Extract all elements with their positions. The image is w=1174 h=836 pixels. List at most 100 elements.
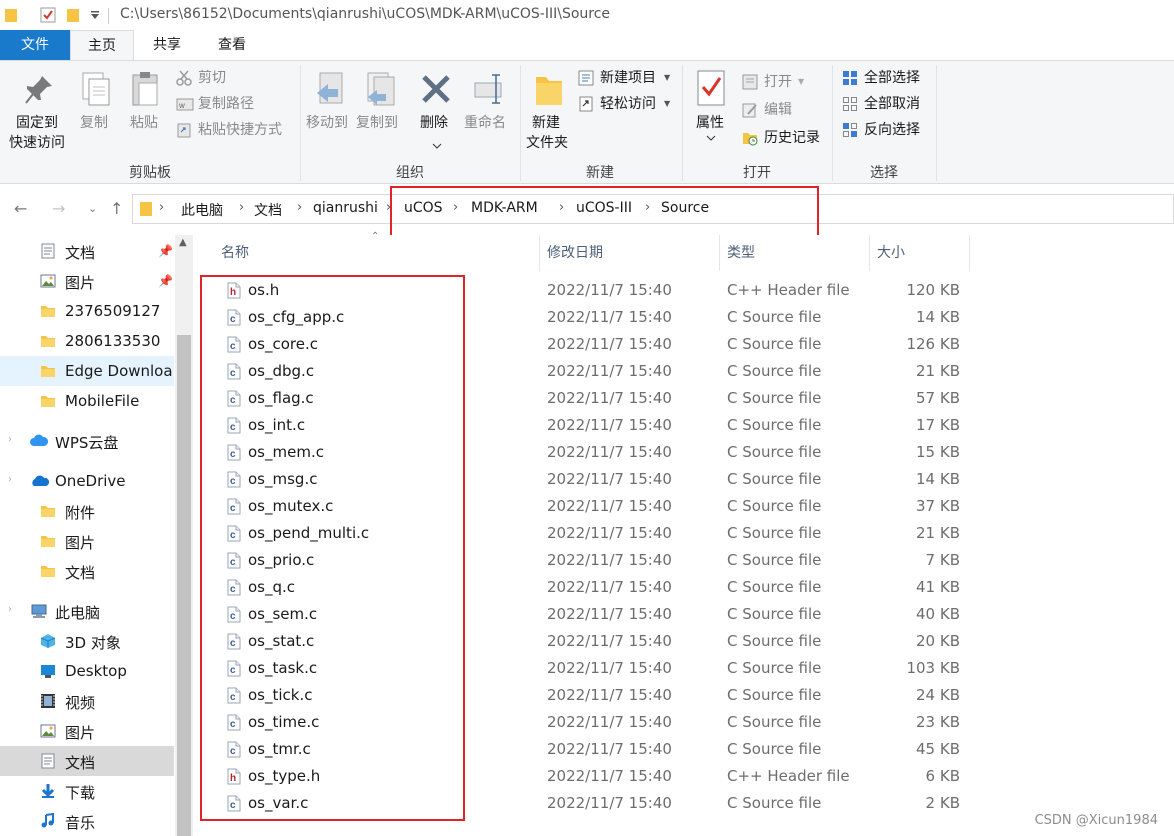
file-row[interactable]: c os_tick.c 2022/11/7 15:40 C Source file 24… <box>193 682 1174 709</box>
file-row[interactable]: c os_var.c 2022/11/7 15:40 C Source file 2 K… <box>193 790 1174 817</box>
nav-scrollbar[interactable]: ▲ <box>175 235 193 836</box>
tab-share[interactable]: 共享 <box>134 30 200 60</box>
nav-item[interactable]: 附件 <box>0 496 174 526</box>
up-button[interactable]: ↑ <box>110 199 123 218</box>
column-header-size[interactable]: 大小 <box>877 235 905 271</box>
file-size: 17 KB <box>916 416 960 434</box>
file-row[interactable]: c os_prio.c 2022/11/7 15:40 C Source file 7 … <box>193 547 1174 574</box>
easy-access-button[interactable]: 轻松访问 ▼ <box>578 93 674 115</box>
file-row[interactable]: c os_msg.c 2022/11/7 15:40 C Source file 14 … <box>193 466 1174 493</box>
properties-quick-icon[interactable] <box>40 7 56 23</box>
tab-view[interactable]: 查看 <box>200 30 264 60</box>
file-row[interactable]: h os_type.h 2022/11/7 15:40 C++ Header file… <box>193 763 1174 790</box>
paste-button[interactable]: 粘贴 <box>124 69 168 159</box>
breadcrumb-item[interactable]: MDK-ARM <box>471 200 538 216</box>
file-row[interactable]: c os_q.c 2022/11/7 15:40 C Source file 41 KB <box>193 574 1174 601</box>
nav-item[interactable]: 2806133530 <box>0 326 174 356</box>
copy-to-button[interactable]: 复制到 <box>354 69 404 159</box>
nav-item[interactable]: 视频 <box>0 686 174 716</box>
file-size: 103 KB <box>906 659 960 677</box>
tab-home[interactable]: 主页 <box>70 30 134 61</box>
nav-item[interactable]: 图片 <box>0 526 174 556</box>
column-separator[interactable] <box>719 235 720 271</box>
customize-quick-access-icon[interactable] <box>90 9 100 21</box>
file-row[interactable]: h os.h 2022/11/7 15:40 C++ Header file 120 K… <box>193 277 1174 304</box>
nav-item[interactable]: MobileFile <box>0 386 174 416</box>
nav-item[interactable]: 文档 <box>0 746 174 776</box>
nav-item[interactable]: 2376509127 <box>0 296 174 326</box>
tab-file[interactable]: 文件 <box>0 30 70 60</box>
nav-item[interactable]: 图片 📌 <box>0 266 174 296</box>
column-header-date[interactable]: 修改日期 <box>547 235 603 271</box>
copy-button[interactable]: 复制 <box>76 69 116 159</box>
file-row[interactable]: c os_mem.c 2022/11/7 15:40 C Source file 15 … <box>193 439 1174 466</box>
breadcrumb-item[interactable]: 此电脑 <box>181 200 223 220</box>
new-folder-quick-icon[interactable] <box>66 7 80 23</box>
chevron-right-icon[interactable]: › <box>8 604 12 615</box>
nav-item[interactable]: 图片 <box>0 716 174 746</box>
file-name: os_msg.c <box>248 470 318 488</box>
column-header-type[interactable]: 类型 <box>727 235 755 271</box>
chevron-right-icon[interactable]: › <box>8 434 12 445</box>
file-row[interactable]: c os_task.c 2022/11/7 15:40 C Source file 10… <box>193 655 1174 682</box>
breadcrumb-item[interactable]: qianrushi <box>313 200 378 216</box>
paste-label: 粘贴 <box>130 115 158 131</box>
file-row[interactable]: c os_dbg.c 2022/11/7 15:40 C Source file 21 … <box>193 358 1174 385</box>
file-row[interactable]: c os_int.c 2022/11/7 15:40 C Source file 17 … <box>193 412 1174 439</box>
recent-locations-button[interactable]: ⌄ <box>88 202 97 215</box>
file-name: os_task.c <box>248 659 318 677</box>
nav-item[interactable]: 音乐 <box>0 806 174 836</box>
nav-item[interactable]: 3D 对象 <box>0 626 174 656</box>
desktop-icon <box>40 663 56 683</box>
column-separator[interactable] <box>969 235 970 271</box>
file-size: 120 KB <box>906 281 960 299</box>
nav-item[interactable]: Edge Downloa <box>0 356 174 386</box>
file-row[interactable]: c os_cfg_app.c 2022/11/7 15:40 C Source fil… <box>193 304 1174 331</box>
rename-button[interactable]: 重命名 <box>462 69 514 159</box>
file-row[interactable]: c os_mutex.c 2022/11/7 15:40 C Source file 3… <box>193 493 1174 520</box>
breadcrumb-item[interactable]: Source <box>661 200 709 216</box>
nav-item[interactable]: 文档 📌 <box>0 236 174 266</box>
breadcrumb-item[interactable]: uCOS-III <box>576 200 632 216</box>
nav-item[interactable]: › WPS云盘 <box>0 426 174 456</box>
properties-button[interactable]: 属性 <box>688 69 734 159</box>
nav-item[interactable]: 下载 <box>0 776 174 806</box>
forward-button[interactable]: → <box>52 199 65 218</box>
new-item-button[interactable]: 新建项目 ▼ <box>578 67 674 89</box>
open-button[interactable]: 打开 ▼ <box>742 71 812 93</box>
file-row[interactable]: c os_sem.c 2022/11/7 15:40 C Source file 40 … <box>193 601 1174 628</box>
chevron-up-icon[interactable]: ▲ <box>179 237 187 248</box>
svg-text:c: c <box>230 692 236 703</box>
column-separator[interactable] <box>539 235 540 271</box>
nav-item-label: 文档 <box>65 754 96 772</box>
column-header-name[interactable]: 名称 <box>221 235 249 271</box>
breadcrumb-item[interactable]: 文档 <box>254 200 282 220</box>
select-group-label: 选择 <box>870 165 898 181</box>
nav-item[interactable]: › 此电脑 <box>0 596 174 626</box>
svg-text:c: c <box>230 557 236 568</box>
file-row[interactable]: c os_core.c 2022/11/7 15:40 C Source file 12… <box>193 331 1174 358</box>
file-row[interactable]: c os_tmr.c 2022/11/7 15:40 C Source file 45 … <box>193 736 1174 763</box>
address-bar[interactable]: › 此电脑 › 文档 › qianrushi › uCOS › MDK-ARM … <box>132 194 1174 224</box>
back-button[interactable]: ← <box>14 199 27 218</box>
c-source-file-icon: c <box>227 444 241 465</box>
delete-button[interactable]: 删除 <box>416 69 456 159</box>
copy-to-icon <box>367 72 395 106</box>
file-row[interactable]: c os_flag.c 2022/11/7 15:40 C Source file 57… <box>193 385 1174 412</box>
chevron-down-icon <box>432 143 442 149</box>
scrollbar-thumb[interactable] <box>177 335 191 836</box>
file-row[interactable]: c os_pend_multi.c 2022/11/7 15:40 C Source … <box>193 520 1174 547</box>
pin-to-quick-access-button[interactable]: 固定到 快速访问 <box>6 69 72 159</box>
nav-item[interactable]: 文档 <box>0 556 174 586</box>
file-row[interactable]: c os_time.c 2022/11/7 15:40 C Source file 23… <box>193 709 1174 736</box>
breadcrumb-separator: › <box>159 200 165 215</box>
column-separator[interactable] <box>869 235 870 271</box>
new-folder-button[interactable]: 新建 文件夹 <box>524 69 574 159</box>
breadcrumb-item[interactable]: uCOS <box>404 200 443 216</box>
chevron-right-icon[interactable]: › <box>8 474 12 485</box>
move-to-button[interactable]: 移动到 <box>304 69 354 159</box>
nav-item[interactable]: Desktop <box>0 656 174 686</box>
svg-text:c: c <box>230 665 236 676</box>
file-row[interactable]: c os_stat.c 2022/11/7 15:40 C Source file 20… <box>193 628 1174 655</box>
nav-item[interactable]: › OneDrive <box>0 466 174 496</box>
